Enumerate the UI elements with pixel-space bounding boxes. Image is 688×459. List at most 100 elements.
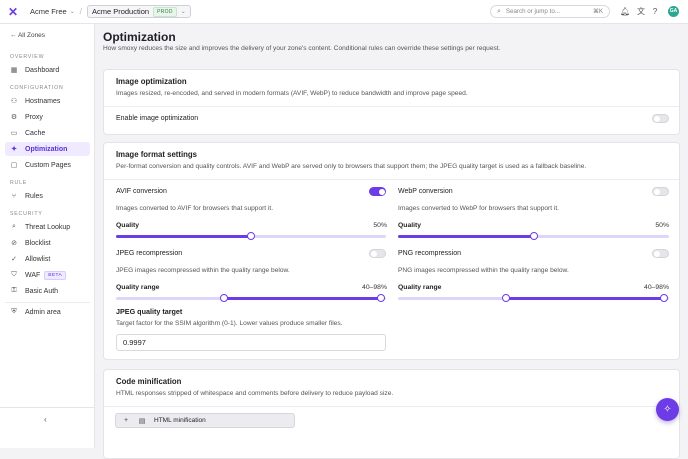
search-input[interactable]: ⌕ Search or jump to... ⌘K	[490, 5, 610, 18]
avif-quality-label: Quality	[116, 222, 140, 229]
avif-conversion-toggle[interactable]	[369, 187, 386, 196]
sidebar-item-cache[interactable]: ▭ Cache	[5, 126, 90, 140]
section-overview: OVERVIEW	[10, 54, 45, 60]
card-title: Image format settings	[116, 150, 198, 159]
sidebar-item-waf[interactable]: ⛉ WAF BETA	[5, 268, 90, 282]
zone-switcher[interactable]: Acme Production PROD ⌄	[86, 5, 191, 18]
sidebar-item-label: Hostnames	[25, 97, 61, 105]
sidebar-item-label: Threat Lookup	[25, 223, 71, 231]
card-title: Code minification	[116, 377, 182, 386]
section-security: SECURITY	[10, 211, 43, 217]
allowlist-icon: ✓	[11, 256, 17, 263]
chevron-down-icon: ⌄	[69, 9, 75, 15]
org-switcher[interactable]: Acme Free ⌄	[30, 7, 75, 16]
png-recompression-toggle[interactable]	[652, 249, 669, 258]
slider-min-thumb[interactable]	[502, 294, 511, 302]
webp-conversion-toggle[interactable]	[652, 187, 669, 196]
sidebar-item-allowlist[interactable]: ✓ Allowlist	[5, 252, 90, 266]
collapse-sidebar-icon[interactable]: ‹	[44, 415, 47, 424]
smoxy-logo-icon[interactable]: ✕	[8, 6, 20, 18]
webp-quality-label: Quality	[398, 222, 422, 229]
toggle-knob	[654, 116, 660, 122]
help-icon[interactable]: ?	[650, 7, 660, 17]
back-label: All Zones	[17, 32, 46, 39]
card-description: Per-format conversion and quality contro…	[116, 163, 587, 170]
jpeg-recompression-label: JPEG recompression	[116, 250, 183, 257]
proxy-icon: ⚙	[10, 114, 18, 121]
avatar[interactable]: GA	[668, 6, 679, 17]
avif-conversion-label: AVIF conversion	[116, 188, 167, 195]
slider-fill	[116, 235, 251, 238]
image-format-settings-card: Image format settings Per-format convers…	[103, 142, 680, 360]
rules-icon: ⑂	[11, 192, 17, 200]
jpeg-quality-range-value: 40–98%	[362, 284, 387, 291]
avif-quality-value: 50%	[373, 222, 387, 229]
page-title: Optimization	[103, 30, 176, 44]
webp-quality-value: 50%	[655, 222, 669, 229]
chevron-down-icon: ⌄	[180, 9, 186, 15]
html-minification-row[interactable]: + ▤ HTML minification	[115, 413, 295, 428]
sidebar-item-custom-pages[interactable]: ▢ Custom Pages	[5, 158, 90, 172]
sidebar-item-proxy[interactable]: ⚙ Proxy	[5, 110, 90, 124]
toggle-knob	[654, 251, 660, 257]
png-quality-range-slider[interactable]	[398, 294, 669, 302]
breadcrumb-separator: /	[79, 7, 82, 16]
sidebar-item-hostnames[interactable]: ⚇ Hostnames	[5, 94, 90, 108]
sidebar-item-dashboard[interactable]: ▦ Dashboard	[5, 63, 90, 77]
sidebar-item-blocklist[interactable]: ⊘ Blocklist	[5, 236, 90, 250]
assistant-fab-button[interactable]: ✧	[656, 398, 679, 421]
sidebar-item-label: Basic Auth	[25, 287, 59, 295]
threat-lookup-icon: ⌕	[12, 223, 16, 230]
image-optimization-card: Image optimization Images resized, re-en…	[103, 69, 680, 135]
divider	[104, 179, 679, 180]
jpeg-quality-range-slider[interactable]	[116, 294, 386, 302]
card-title: Image optimization	[116, 77, 187, 86]
webp-conversion-label: WebP conversion	[398, 188, 453, 195]
add-icon[interactable]: +	[120, 417, 132, 424]
basic-auth-icon: ⚿	[11, 287, 17, 294]
search-icon: ⌕	[497, 7, 501, 15]
sidebar-item-admin-area[interactable]: ⛨ Admin area	[5, 305, 90, 319]
bell-icon[interactable]: 🔔︎	[620, 7, 630, 17]
divider	[104, 406, 679, 407]
card-description: HTML responses stripped of whitespace an…	[116, 390, 394, 397]
sidebar-item-rules[interactable]: ⑂ Rules	[5, 189, 90, 203]
blocklist-icon: ⊘	[11, 240, 17, 247]
dashboard-icon: ▦	[10, 67, 18, 74]
enable-image-optimization-toggle[interactable]	[652, 114, 669, 123]
jpeg-quality-target-input[interactable]: 0.9997	[116, 334, 386, 351]
sidebar-item-threat-lookup[interactable]: ⌕ Threat Lookup	[5, 220, 90, 234]
sidebar-item-label: Custom Pages	[25, 161, 71, 169]
optimization-icon: ✦	[11, 146, 17, 153]
divider	[5, 302, 90, 303]
translate-icon[interactable]: 文	[636, 7, 646, 17]
jpeg-description: JPEG images recompressed within the qual…	[116, 267, 290, 274]
png-description: PNG images recompressed within the quali…	[398, 267, 569, 274]
sidebar-item-basic-auth[interactable]: ⚿ Basic Auth	[5, 284, 90, 298]
zone-name: Acme Production	[91, 7, 150, 16]
card-description: Images resized, re-encoded, and served i…	[116, 90, 468, 97]
jpeg-recompression-toggle[interactable]	[369, 249, 386, 258]
slider-fill	[224, 297, 381, 300]
sidebar-item-label: Admin area	[25, 308, 61, 316]
slider-min-thumb[interactable]	[220, 294, 228, 302]
sidebar-item-label: Cache	[25, 129, 46, 137]
slider-max-thumb[interactable]	[659, 294, 668, 302]
sidebar-item-label: Rules	[25, 192, 43, 200]
slider-max-thumb[interactable]	[376, 294, 385, 302]
sidebar-item-label: Proxy	[25, 113, 43, 121]
png-quality-range-label: Quality range	[398, 284, 442, 291]
admin-area-icon: ⛨	[11, 308, 17, 315]
webp-quality-slider[interactable]	[398, 232, 669, 240]
sidebar-item-optimization[interactable]: ✦ Optimization	[5, 142, 90, 156]
back-to-zones-link[interactable]: ← All Zones	[10, 32, 45, 39]
html-minification-label: HTML minification	[154, 417, 206, 424]
sidebar-item-label: WAF	[25, 271, 41, 279]
slider-thumb[interactable]	[247, 232, 255, 240]
slider-fill	[398, 235, 534, 238]
toggle-knob	[371, 251, 377, 257]
slider-fill	[506, 297, 664, 300]
slider-thumb[interactable]	[529, 232, 538, 240]
avif-quality-slider[interactable]	[116, 232, 386, 240]
custom-pages-icon: ▢	[10, 162, 18, 169]
